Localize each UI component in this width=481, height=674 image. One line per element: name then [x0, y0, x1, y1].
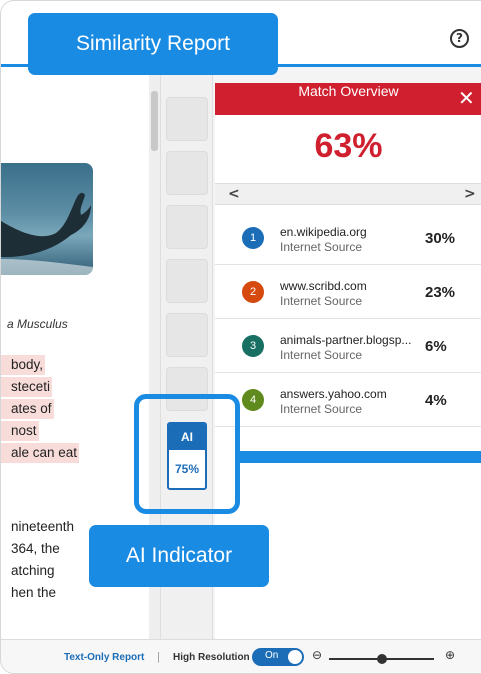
page-thumbnail[interactable] — [166, 205, 208, 249]
page-thumbnail[interactable] — [166, 313, 208, 357]
chevron-left-icon[interactable]: < — [228, 186, 240, 202]
match-item[interactable]: 3 animals-partner.blogsp... Internet Sou… — [215, 319, 481, 373]
match-source-domain: www.scribd.com — [280, 279, 367, 293]
match-source-domain: en.wikipedia.org — [280, 225, 367, 239]
zoom-in-icon[interactable]: ⊕ — [445, 648, 455, 662]
ai-indicator-callout: AI Indicator — [89, 525, 269, 587]
match-item[interactable]: 1 en.wikipedia.org Internet Source 30% — [215, 211, 481, 265]
highlighted-text-line[interactable]: ale can eat — [1, 443, 80, 463]
match-source-type: Internet Source — [280, 348, 363, 362]
match-number-badge: 3 — [242, 335, 264, 357]
panel-title: Match Overview — [298, 83, 399, 99]
image-caption: a Musculus — [7, 317, 68, 331]
highlighted-text-line[interactable]: ates of — [1, 399, 54, 419]
match-item[interactable]: 4 answers.yahoo.com Internet Source 4% — [215, 373, 481, 427]
match-item[interactable]: 2 www.scribd.com Internet Source 23% — [215, 265, 481, 319]
chevron-right-icon[interactable]: > — [464, 186, 476, 202]
zoom-slider-handle[interactable] — [377, 654, 387, 664]
overall-similarity-score: 63% — [314, 127, 383, 165]
page-thumbnail[interactable] — [166, 259, 208, 303]
text-only-report-link[interactable]: Text-Only Report — [64, 652, 144, 663]
similarity-report-callout: Similarity Report — [28, 13, 278, 75]
highlighted-text-line[interactable]: body, — [1, 355, 46, 375]
scrollbar-thumb[interactable] — [151, 91, 158, 151]
match-percentage: 23% — [425, 284, 456, 301]
match-source-type: Internet Source — [280, 240, 363, 254]
zoom-out-icon[interactable]: ⊖ — [312, 648, 322, 662]
toggle-knob — [288, 650, 302, 664]
text-line: 364, the — [11, 541, 60, 556]
ai-indicator-highlight-ring — [134, 394, 240, 514]
close-icon[interactable]: ✕ — [458, 86, 475, 110]
match-number-badge: 2 — [242, 281, 264, 303]
high-resolution-toggle[interactable]: On — [252, 648, 304, 666]
report-viewer: ? a Musculus body, steceti ates of nost … — [0, 0, 481, 674]
match-number-badge: 4 — [242, 389, 264, 411]
match-number-badge: 1 — [242, 227, 264, 249]
text-line: hen the — [11, 585, 57, 600]
high-resolution-label: High Resolution — [173, 652, 250, 663]
page-thumbnail[interactable] — [166, 97, 208, 141]
text-line: atching — [11, 563, 55, 578]
match-source-type: Internet Source — [280, 294, 363, 308]
match-percentage: 30% — [425, 230, 456, 247]
match-source-type: Internet Source — [280, 402, 363, 416]
toggle-label: On — [265, 650, 279, 661]
page-thumbnail[interactable] — [166, 151, 208, 195]
footer-separator: | — [157, 651, 160, 663]
match-navigation: < > — [215, 183, 481, 205]
highlighted-text-line[interactable]: steceti — [1, 377, 53, 397]
match-overview-header: Match Overview ✕ — [215, 83, 481, 115]
whale-image — [1, 163, 93, 275]
footer-toolbar: Text-Only Report | High Resolution On ⊖ … — [1, 639, 481, 673]
match-source-domain: answers.yahoo.com — [280, 387, 387, 401]
callout-connector-line — [237, 451, 481, 463]
text-line: nineteenth — [11, 519, 75, 534]
highlighted-text-line[interactable]: nost — [1, 421, 39, 441]
whale-tail-icon — [1, 192, 93, 275]
match-percentage: 4% — [425, 392, 447, 409]
question-circle-icon[interactable]: ? — [450, 29, 469, 48]
match-source-domain: animals-partner.blogsp... — [280, 333, 412, 347]
match-percentage: 6% — [425, 338, 447, 355]
